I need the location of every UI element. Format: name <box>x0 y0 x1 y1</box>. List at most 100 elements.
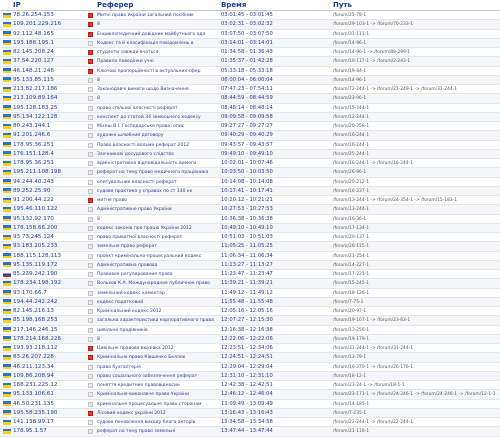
visit-path[interactable]: /forum/19-107-1 -> /forum/23-63-1 <box>333 316 498 325</box>
ip-link[interactable]: 93.73.245.124 <box>13 233 82 242</box>
ip-link[interactable]: 37.54.220.127 <box>13 57 82 66</box>
ip-link[interactable]: 213.82.217.186 <box>13 85 82 94</box>
ip-link[interactable]: 78.26.254.153 <box>13 11 82 20</box>
ip-link[interactable]: 193.188.195.1 <box>13 39 82 48</box>
referrer-link[interactable]: художні шлюбний договору <box>97 131 217 140</box>
referrer-link[interactable]: опитувальник власності реферат <box>97 178 217 187</box>
visit-path[interactable]: /forum/7-75-1 <box>333 298 498 307</box>
referrer-link[interactable]: земельний кодекс коментар <box>97 289 217 298</box>
referrer-link[interactable]: Кримінальне-виконавче право України <box>97 390 217 399</box>
ip-link[interactable]: 178.158.66.200 <box>13 224 82 233</box>
referrer-link[interactable]: 8 <box>97 215 217 224</box>
ip-link[interactable]: 188.115.128.113 <box>13 252 82 261</box>
visit-path[interactable]: /forum/19-179-1 <box>333 335 498 344</box>
visit-path[interactable]: /forum/25-78-1 <box>333 11 498 20</box>
ip-link[interactable]: 109.201.229.216 <box>13 20 82 29</box>
ip-link[interactable]: 195.211.108.198 <box>13 168 82 177</box>
referrer-link[interactable]: кримінальне процесуальне право сторонам <box>97 400 217 409</box>
referrer-link[interactable]: загальна характеристика корпоративного п… <box>97 316 217 325</box>
visit-path[interactable]: /forum/21-116-1 <box>333 427 498 436</box>
referrer-link[interactable]: конспект до статей 34 земельного кодексу <box>97 113 217 122</box>
referrer-link[interactable]: право соціального забезпечення реферат <box>97 372 217 381</box>
visit-path[interactable]: /forum/16-237-1 <box>333 187 498 196</box>
referrer-link[interactable]: реферат на тему право медичного працівни… <box>97 168 217 177</box>
referrer-link[interactable]: Правила поведінки учні <box>97 57 217 66</box>
visit-path[interactable]: /forum/15-244-1 <box>333 104 498 113</box>
ip-link[interactable]: 217.146.246.15 <box>13 326 82 335</box>
visit-path[interactable]: /forum/14-185-1 <box>333 400 498 409</box>
ip-link[interactable]: 46.211.123.34 <box>13 363 82 372</box>
ip-link[interactable]: 92.112.48.165 <box>13 30 82 39</box>
visit-path[interactable]: /forum/23-96-1 <box>333 94 498 103</box>
ip-link[interactable]: 89.252.25.90 <box>13 187 82 196</box>
visit-path[interactable]: /forum/26-115-1 <box>333 242 498 251</box>
referrer-link[interactable]: Право власності вольми реферат 2012 <box>97 141 217 150</box>
referrer-link[interactable]: право приватної власності реферат <box>97 233 217 242</box>
ip-link[interactable]: 141.138.99.17 <box>13 418 82 427</box>
referrer-link[interactable]: судове практика у справах по ст 140 кк <box>97 187 217 196</box>
ip-link[interactable]: 82.145.208.24 <box>13 48 82 57</box>
referrer-link[interactable]: Цивільне правова вказівка 2012 <box>97 344 217 353</box>
visit-path[interactable]: /forum/20-137-1 <box>333 233 498 242</box>
visit-path[interactable]: /forum/20-258-1 <box>333 122 498 131</box>
referrer-link[interactable]: право спільної власності реферат <box>97 104 217 113</box>
referrer-link[interactable]: кодекс податковий <box>97 298 217 307</box>
visit-path[interactable]: /forum/12-244-1 <box>333 113 498 122</box>
visit-path[interactable]: /forum/23-171-1 -> /forum/24-246-1 -> /f… <box>333 390 498 399</box>
referrer-link[interactable]: Кримінальний кодекс 2012 <box>97 307 217 316</box>
visit-path[interactable]: /forum/21-254-1 <box>333 252 498 261</box>
visit-path[interactable]: /forum/72-244-1 -> /forum/21-249-1 -> /f… <box>333 85 498 94</box>
ip-link[interactable]: 46.148.21.246 <box>13 67 82 76</box>
visit-path[interactable]: /forum/31-111-1 <box>333 30 498 39</box>
ip-link[interactable]: 83.26.207.228 <box>13 353 82 362</box>
visit-path[interactable]: /forum/16-244-1 <box>333 131 498 140</box>
ip-link[interactable]: 176.151.128.4 <box>13 150 82 159</box>
visit-path[interactable]: /forum/14-96-1 -> /forum/88-299-1 <box>333 48 498 57</box>
referrer-link[interactable]: проект кримінально-процесуальний кодекс <box>97 252 217 261</box>
visit-path[interactable]: /forum/16-36-1 <box>333 215 498 224</box>
visit-path[interactable]: /forum/18-126-1 <box>333 289 498 298</box>
referrer-link[interactable]: адміністративна відповідальність вимоги <box>97 159 217 168</box>
visit-path[interactable]: /forum/16-270-1 -> /forum/26-176-1 <box>333 363 498 372</box>
ip-link[interactable]: 195.58.235.190 <box>13 409 82 418</box>
visit-path[interactable]: /forum/16-244-1 -> /forum/16-244-1 <box>333 159 498 168</box>
ip-link[interactable]: 188.231.225.12 <box>13 381 82 390</box>
visit-path[interactable]: /forum/13-79-1 <box>333 353 498 362</box>
visit-path[interactable]: /forum/22-244-1 -> /forum/22-244-1 <box>333 418 498 427</box>
ip-link[interactable]: 94.244.40.243 <box>13 178 82 187</box>
referrer-link[interactable]: 8 <box>97 94 217 103</box>
referrer-link[interactable]: цивільне прадівників <box>97 326 217 335</box>
referrer-link[interactable]: митне право <box>97 196 217 205</box>
referrer-link[interactable]: Митні права України загальний посібник <box>97 11 217 20</box>
ip-link[interactable]: 46.50.231.135 <box>13 400 82 409</box>
visit-path[interactable]: /forum/14-96-1 <box>333 39 498 48</box>
ip-link[interactable]: 95.134.122.128 <box>13 113 82 122</box>
referrer-link[interactable]: реферат на тему право земельні <box>97 427 217 436</box>
visit-path[interactable]: /forum/29-103-1 -> /forum/70-233-1 <box>333 20 498 29</box>
referrer-link[interactable]: Міхеш В.І. Господарське право: опис <box>97 122 217 131</box>
referrer-link[interactable]: Вольхов К.А. Международное публичное пра… <box>97 279 217 288</box>
visit-path[interactable]: /forum/31-244-1 -> /forum/31-244-1 <box>333 344 498 353</box>
visit-path[interactable]: /forum/20-212-1 <box>333 178 498 187</box>
ip-link[interactable]: 178.214.168.226 <box>13 335 82 344</box>
referrer-link[interactable]: Законодавчі вимоги щодо Визначення <box>97 85 217 94</box>
ip-link[interactable]: 93.170.66.7 <box>13 289 82 298</box>
referrer-link[interactable]: Кримінальне право Ківшенко Беллок <box>97 353 217 362</box>
referrer-link[interactable]: кодекс законів про працю України 2012 <box>97 224 217 233</box>
visit-path[interactable]: /forum/13-244-1 <box>333 205 498 214</box>
visit-path[interactable]: /forum/14-96-1 <box>333 76 498 85</box>
ip-link[interactable]: 85.198.168.253 <box>13 316 82 325</box>
visit-path[interactable]: /forum/26-96-1 <box>333 168 498 177</box>
referrer-link[interactable]: Кодекс та й класифікація повідомлень в <box>97 39 217 48</box>
visit-path[interactable]: /forum/18-12-1 <box>333 372 498 381</box>
referrer-link[interactable]: 8 <box>97 335 217 344</box>
visit-path[interactable]: /forum/13-256-1 <box>333 326 498 335</box>
visit-path[interactable]: /forum/25-244-1 <box>333 150 498 159</box>
visit-path[interactable]: /forum/16-244-1 <box>333 141 498 150</box>
column-header-time[interactable]: Время <box>221 0 246 10</box>
referrer-link[interactable]: Енциклопедичний довідник майбутнього ада <box>97 30 217 39</box>
visit-path[interactable]: /forum/10-117-1 -> /forum/2-243-1 <box>333 57 498 66</box>
visit-path[interactable]: /forum/15-245-1 <box>333 279 498 288</box>
ip-link[interactable]: 193.93.218.112 <box>13 344 82 353</box>
ip-link[interactable]: 109.86.208.94 <box>13 372 82 381</box>
